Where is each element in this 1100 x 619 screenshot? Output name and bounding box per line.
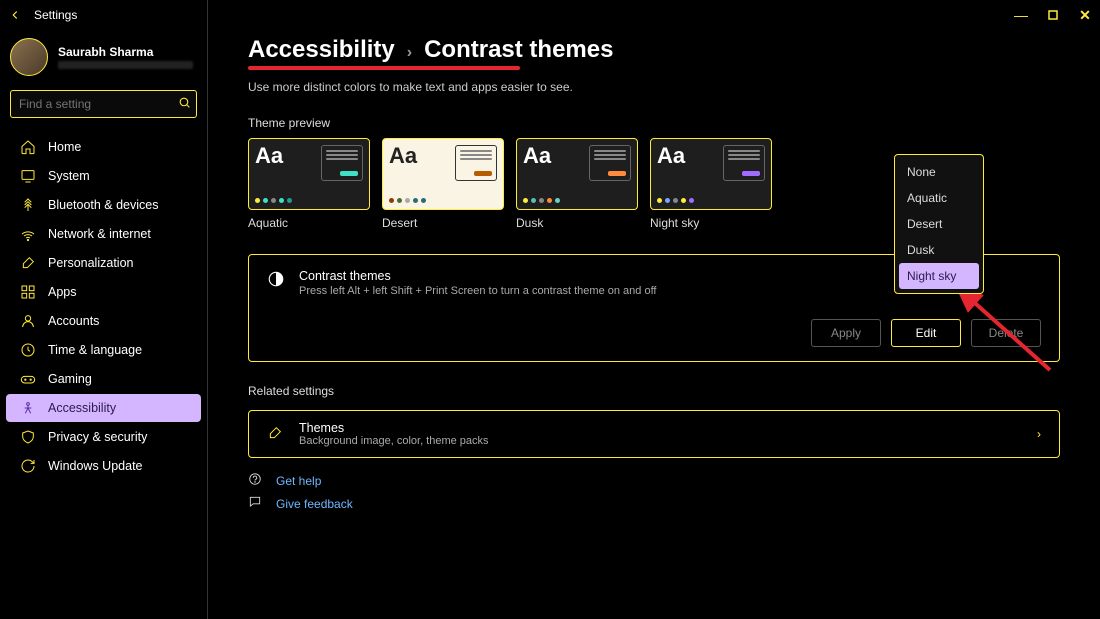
sidebar-item-label: Accounts bbox=[48, 314, 99, 328]
breadcrumb-parent[interactable]: Accessibility bbox=[248, 36, 395, 64]
edit-button[interactable]: Edit bbox=[891, 319, 961, 347]
page-description: Use more distinct colors to make text an… bbox=[248, 80, 1060, 94]
theme-thumbnail: Aa bbox=[248, 138, 370, 210]
panel-title: Contrast themes bbox=[299, 269, 657, 283]
sidebar-item-label: Network & internet bbox=[48, 227, 151, 241]
help-icon bbox=[248, 472, 264, 489]
sidebar-item-privacy-security[interactable]: Privacy & security bbox=[6, 423, 201, 451]
theme-label: Night sky bbox=[650, 216, 772, 230]
theme-preview-label: Theme preview bbox=[248, 116, 1060, 130]
give-feedback-link[interactable]: Give feedback bbox=[276, 497, 353, 511]
gamepad-icon bbox=[20, 371, 36, 387]
search-input-wrap bbox=[10, 90, 197, 118]
clock-icon bbox=[20, 342, 36, 358]
sidebar-item-label: Personalization bbox=[48, 256, 133, 270]
sidebar-item-system[interactable]: System bbox=[6, 162, 201, 190]
person-icon bbox=[20, 313, 36, 329]
sidebar-item-label: Apps bbox=[48, 285, 77, 299]
annotation-underline bbox=[248, 66, 520, 70]
sample-text: Aa bbox=[657, 145, 685, 167]
avatar bbox=[10, 38, 48, 76]
palette-dots bbox=[389, 198, 497, 203]
theme-thumbnail: Aa bbox=[382, 138, 504, 210]
delete-button[interactable]: Delete bbox=[971, 319, 1041, 347]
theme-card-aquatic[interactable]: Aa Aquatic bbox=[248, 138, 370, 230]
sidebar-item-apps[interactable]: Apps bbox=[6, 278, 201, 306]
theme-label: Dusk bbox=[516, 216, 638, 230]
sidebar-item-label: Windows Update bbox=[48, 459, 143, 473]
mini-window-icon bbox=[321, 145, 363, 181]
home-icon bbox=[20, 139, 36, 155]
breadcrumb: Accessibility › Contrast themes bbox=[248, 36, 1060, 64]
brush-icon bbox=[267, 425, 285, 443]
sample-text: Aa bbox=[389, 145, 417, 167]
sidebar-item-label: System bbox=[48, 169, 90, 183]
sidebar-item-label: Privacy & security bbox=[48, 430, 147, 444]
main-content: Accessibility › Contrast themes Use more… bbox=[208, 0, 1100, 619]
user-email-redacted bbox=[58, 61, 193, 69]
mini-window-icon bbox=[589, 145, 631, 181]
feedback-icon bbox=[248, 495, 264, 512]
dropdown-item-desert[interactable]: Desert bbox=[899, 211, 979, 237]
sidebar-item-network-internet[interactable]: Network & internet bbox=[6, 220, 201, 248]
sidebar-item-bluetooth-devices[interactable]: Bluetooth & devices bbox=[6, 191, 201, 219]
theme-label: Desert bbox=[382, 216, 504, 230]
sidebar-item-gaming[interactable]: Gaming bbox=[6, 365, 201, 393]
palette-dots bbox=[523, 198, 631, 203]
breadcrumb-current: Contrast themes bbox=[424, 36, 613, 64]
dropdown-item-none[interactable]: None bbox=[899, 159, 979, 185]
dropdown-item-dusk[interactable]: Dusk bbox=[899, 237, 979, 263]
dropdown-item-night-sky[interactable]: Night sky bbox=[899, 263, 979, 289]
theme-card-night-sky[interactable]: Aa Night sky bbox=[650, 138, 772, 230]
sidebar-item-label: Time & language bbox=[48, 343, 142, 357]
palette-dots bbox=[255, 198, 363, 203]
sidebar-item-home[interactable]: Home bbox=[6, 133, 201, 161]
dropdown-item-aquatic[interactable]: Aquatic bbox=[899, 185, 979, 211]
sidebar-item-accessibility[interactable]: Accessibility bbox=[6, 394, 201, 422]
search-icon[interactable] bbox=[178, 96, 191, 112]
update-icon bbox=[20, 458, 36, 474]
system-icon bbox=[20, 168, 36, 184]
wifi-icon bbox=[20, 226, 36, 242]
shield-icon bbox=[20, 429, 36, 445]
mini-window-icon bbox=[723, 145, 765, 181]
sidebar: Saurabh Sharma Home System Bluetooth & dev… bbox=[0, 0, 208, 619]
theme-card-desert[interactable]: Aa Desert bbox=[382, 138, 504, 230]
sidebar-item-label: Home bbox=[48, 140, 81, 154]
chevron-right-icon: › bbox=[1037, 427, 1041, 441]
theme-thumbnail: Aa bbox=[516, 138, 638, 210]
theme-label: Aquatic bbox=[248, 216, 370, 230]
related-themes[interactable]: Themes Background image, color, theme pa… bbox=[248, 410, 1060, 458]
sidebar-item-windows-update[interactable]: Windows Update bbox=[6, 452, 201, 480]
contrast-icon bbox=[267, 270, 285, 288]
panel-subtitle: Press left Alt + left Shift + Print Scre… bbox=[299, 285, 657, 297]
app-title: Settings bbox=[34, 8, 77, 22]
apply-button[interactable]: Apply bbox=[811, 319, 881, 347]
theme-dropdown[interactable]: NoneAquaticDesertDuskNight sky bbox=[894, 154, 984, 294]
user-name: Saurabh Sharma bbox=[58, 45, 193, 59]
sample-text: Aa bbox=[255, 145, 283, 167]
get-help-link[interactable]: Get help bbox=[276, 474, 321, 488]
related-heading: Related settings bbox=[248, 384, 1060, 398]
theme-thumbnail: Aa bbox=[650, 138, 772, 210]
sample-text: Aa bbox=[523, 145, 551, 167]
sidebar-item-label: Accessibility bbox=[48, 401, 116, 415]
back-button[interactable] bbox=[0, 0, 30, 30]
accessibility-icon bbox=[20, 400, 36, 416]
sidebar-item-label: Bluetooth & devices bbox=[48, 198, 159, 212]
related-title: Themes bbox=[299, 421, 489, 435]
sidebar-item-time-language[interactable]: Time & language bbox=[6, 336, 201, 364]
chevron-right-icon: › bbox=[407, 44, 412, 62]
sidebar-item-accounts[interactable]: Accounts bbox=[6, 307, 201, 335]
theme-card-dusk[interactable]: Aa Dusk bbox=[516, 138, 638, 230]
palette-dots bbox=[657, 198, 765, 203]
apps-icon bbox=[20, 284, 36, 300]
brush-icon bbox=[20, 255, 36, 271]
sidebar-item-label: Gaming bbox=[48, 372, 92, 386]
search-input[interactable] bbox=[10, 90, 197, 118]
sidebar-item-personalization[interactable]: Personalization bbox=[6, 249, 201, 277]
bluetooth-icon bbox=[20, 197, 36, 213]
mini-window-icon bbox=[455, 145, 497, 181]
related-sub: Background image, color, theme packs bbox=[299, 435, 489, 447]
